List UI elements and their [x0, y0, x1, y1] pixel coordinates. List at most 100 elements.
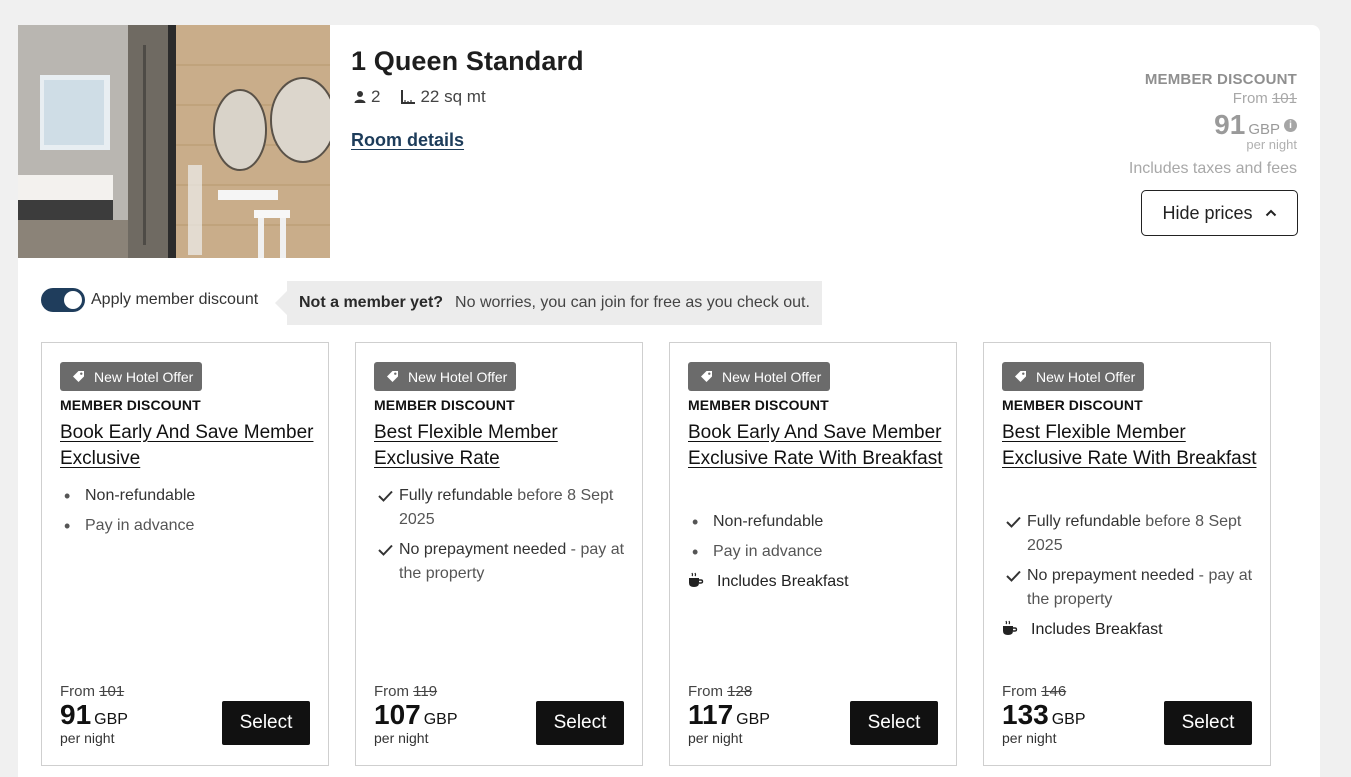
- check-icon: [1006, 516, 1021, 528]
- rate-features: Fully refundable before 8 Sept 2025 No p…: [374, 484, 636, 592]
- toggle-knob: [64, 291, 82, 309]
- rate-currency: GBP: [423, 711, 458, 728]
- rate-name-link[interactable]: Best Flexible Member Exclusive Rate With…: [1002, 420, 1264, 472]
- price-summary-per-night: per night: [1246, 137, 1297, 152]
- rate-feature: Non-refundable: [60, 484, 322, 508]
- price-summary-currency: GBP: [1248, 121, 1280, 138]
- check-mark: [1006, 510, 1022, 536]
- new-hotel-offer-badge: New Hotel Offer: [688, 362, 831, 391]
- rate-features: Non-refundable Pay in advance Includes B…: [688, 510, 950, 600]
- rate-features: Non-refundable Pay in advance: [60, 484, 322, 544]
- rate-feature: No prepayment needed - pay at the proper…: [1002, 564, 1264, 612]
- rate-label: MEMBER DISCOUNT: [1002, 397, 1143, 413]
- chevron-up-icon: [1265, 209, 1276, 217]
- tag-icon: [387, 371, 398, 382]
- price-summary-taxes: Includes taxes and fees: [1128, 160, 1297, 177]
- rate-per-night: per night: [1002, 730, 1057, 746]
- rate-per-night: per night: [374, 730, 429, 746]
- check-icon: [378, 490, 393, 502]
- member-discount-toggle[interactable]: [41, 288, 85, 312]
- rate-original-price: 101: [99, 683, 125, 700]
- hide-prices-button[interactable]: Hide prices: [1141, 190, 1298, 236]
- rate-original-price: 146: [1041, 683, 1067, 700]
- rate-name-link[interactable]: Best Flexible Member Exclusive Rate: [374, 420, 636, 472]
- rate-features: Fully refundable before 8 Sept 2025 No p…: [1002, 510, 1264, 648]
- check-mark: [1006, 564, 1022, 590]
- bullet-mark: [692, 510, 708, 536]
- rate-amount: 91: [60, 699, 92, 730]
- new-hotel-offer-badge: New Hotel Offer: [60, 362, 203, 391]
- room-size: 22 sq mt: [420, 87, 486, 106]
- rate-original-price: 119: [413, 683, 438, 700]
- rate-name-link[interactable]: Book Early And Save Member Exclusive Rat…: [688, 420, 950, 472]
- select-button[interactable]: Select: [222, 701, 310, 745]
- rate-feature: No prepayment needed - pay at the proper…: [374, 538, 636, 586]
- rate-per-night: per night: [60, 730, 115, 746]
- rate-feature: Non-refundable: [688, 510, 950, 534]
- new-hotel-offer-badge: New Hotel Offer: [374, 362, 517, 391]
- rate-from: From 119: [374, 683, 438, 700]
- rate-feature: Pay in advance: [60, 514, 322, 538]
- tag-icon: [701, 371, 712, 382]
- price-summary-amount: 91: [1214, 109, 1246, 140]
- room-title: 1 Queen Standard: [351, 46, 584, 76]
- rate-card: New Hotel Offer MEMBER DISCOUNT Book Ear…: [41, 342, 329, 766]
- bullet-mark: [64, 484, 80, 510]
- rate-feature: Fully refundable before 8 Sept 2025: [374, 484, 636, 532]
- rate-currency: GBP: [1051, 711, 1086, 728]
- room-details-link[interactable]: Room details: [351, 130, 464, 151]
- select-button[interactable]: Select: [1164, 701, 1252, 745]
- rate-currency: GBP: [736, 711, 770, 728]
- rate-from: From 128: [688, 683, 753, 700]
- rate-amount: 107: [374, 699, 421, 730]
- rate-amount: 117: [688, 699, 734, 730]
- rate-currency: GBP: [94, 711, 128, 728]
- rate-feature: Pay in advance: [688, 540, 950, 564]
- check-icon: [378, 544, 393, 556]
- rate-from: From 146: [1002, 683, 1067, 700]
- rate-price: 117 GBP: [688, 699, 770, 731]
- room-meta: 2 22 sq mt: [353, 87, 486, 107]
- rate-feature-breakfast: Includes Breakfast: [688, 570, 950, 594]
- rate-card: New Hotel Offer MEMBER DISCOUNT Best Fle…: [355, 342, 643, 766]
- new-hotel-offer-badge: New Hotel Offer: [1002, 362, 1145, 391]
- tag-icon: [1015, 371, 1026, 382]
- rate-card: New Hotel Offer MEMBER DISCOUNT Best Fle…: [983, 342, 1271, 766]
- rate-name-link[interactable]: Book Early And Save Member Exclusive: [60, 420, 322, 472]
- rate-from: From 101: [60, 683, 125, 700]
- rate-label: MEMBER DISCOUNT: [374, 397, 515, 413]
- tag-icon: [73, 371, 84, 382]
- rate-feature-breakfast: Includes Breakfast: [1002, 618, 1264, 642]
- rate-original-price: 128: [727, 683, 753, 700]
- price-summary-label: MEMBER DISCOUNT: [1144, 71, 1297, 88]
- check-mark: [378, 538, 394, 564]
- rate-label: MEMBER DISCOUNT: [60, 397, 201, 413]
- rate-price: 133 GBP: [1002, 699, 1086, 731]
- rate-price: 107 GBP: [374, 699, 458, 731]
- price-summary: MEMBER DISCOUNT From 101 91 GBP i per ni…: [1129, 71, 1297, 178]
- rate-label: MEMBER DISCOUNT: [688, 397, 829, 413]
- rate-amount: 133: [1002, 699, 1049, 730]
- member-discount-label[interactable]: Apply member discount: [91, 291, 258, 309]
- coffee-icon: [688, 572, 704, 596]
- check-mark: [378, 484, 394, 510]
- select-button[interactable]: Select: [536, 701, 624, 745]
- room-size-icon: [400, 89, 416, 105]
- bullet-mark: [64, 514, 80, 540]
- rate-price: 91 GBP: [60, 699, 128, 731]
- guest-count: 2: [371, 87, 381, 106]
- member-hint-title: Not a member yet?: [299, 294, 444, 311]
- rate-per-night: per night: [688, 730, 743, 746]
- bullet-mark: [692, 540, 708, 566]
- coffee-icon: [1002, 620, 1018, 644]
- guest-icon: [353, 90, 367, 104]
- member-hint-text: No worries, you can join for free as you…: [455, 294, 810, 311]
- rate-card: New Hotel Offer MEMBER DISCOUNT Book Ear…: [669, 342, 957, 766]
- select-button[interactable]: Select: [850, 701, 938, 745]
- rate-feature: Fully refundable before 8 Sept 2025: [1002, 510, 1264, 558]
- price-summary-original: 101: [1271, 90, 1297, 107]
- check-icon: [1006, 570, 1021, 582]
- info-icon[interactable]: i: [1284, 119, 1297, 132]
- hide-prices-label: Hide prices: [1162, 202, 1253, 223]
- room-photo[interactable]: [18, 25, 330, 258]
